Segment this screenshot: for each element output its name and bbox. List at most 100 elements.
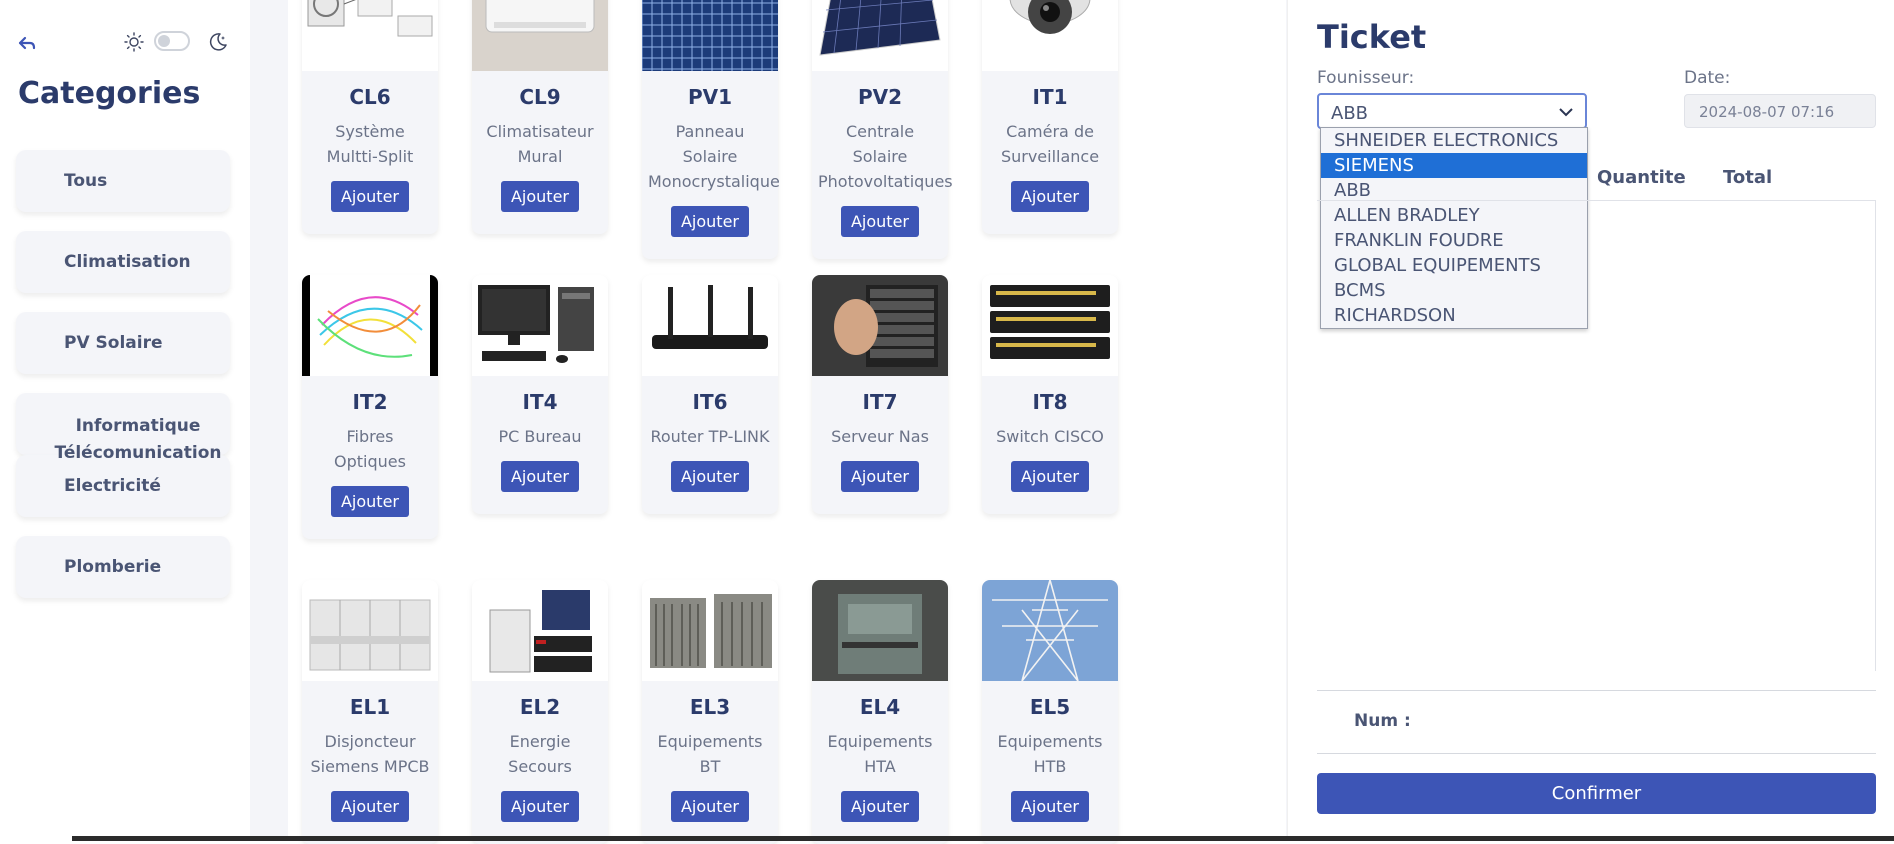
product-name: Router TP-LINK bbox=[650, 427, 770, 446]
table-scroll-edge bbox=[1875, 201, 1876, 671]
add-to-ticket-button[interactable]: Ajouter bbox=[500, 461, 579, 492]
table-header-divider bbox=[1317, 200, 1876, 201]
product-name: Centrale Solaire Photovoltatiques bbox=[818, 122, 953, 191]
product-card-el4: EL4 Equipements HTA Ajouter bbox=[812, 580, 948, 844]
product-name: Energie Secours bbox=[508, 732, 572, 776]
product-image bbox=[982, 0, 1118, 71]
column-header-quantite: Quantite bbox=[1597, 167, 1686, 188]
product-code: EL2 bbox=[519, 695, 561, 719]
category-item-informatique[interactable]: Informatique Télécomunication bbox=[16, 393, 230, 463]
product-name: Caméra de Surveillance bbox=[1000, 122, 1100, 166]
supplier-select-value: ABB bbox=[1331, 103, 1369, 124]
add-to-ticket-button[interactable]: Ajouter bbox=[840, 791, 919, 822]
add-to-ticket-button[interactable]: Ajouter bbox=[330, 791, 409, 822]
product-card-pv2: PV2 Centrale Solaire Photovoltatiques Ajou… bbox=[812, 0, 953, 259]
confirm-button[interactable]: Confirmer bbox=[1317, 773, 1876, 814]
sun-icon bbox=[124, 32, 144, 52]
product-card-cl9: CL9 Climatisateur Mural Ajouter bbox=[472, 0, 608, 234]
product-image bbox=[982, 580, 1118, 681]
product-code: EL4 bbox=[859, 695, 901, 719]
date-field[interactable]: 2024-08-07 07:16 bbox=[1684, 94, 1876, 128]
supplier-option[interactable]: GLOBAL EQUIPEMENTS bbox=[1321, 253, 1587, 278]
add-to-ticket-button[interactable]: Ajouter bbox=[840, 206, 919, 237]
add-to-ticket-button[interactable]: Ajouter bbox=[670, 461, 749, 492]
product-name: Serveur Nas bbox=[831, 427, 929, 446]
product-image bbox=[642, 275, 778, 376]
product-card-el1: EL1 Disjoncteur Siemens MPCB Ajouter bbox=[302, 580, 438, 844]
product-card-it8: IT8 Switch CISCO Ajouter bbox=[982, 275, 1118, 514]
add-to-ticket-button[interactable]: Ajouter bbox=[500, 791, 579, 822]
column-header-total: Total bbox=[1723, 167, 1773, 188]
product-image bbox=[642, 0, 778, 71]
supplier-dropdown-list: SHNEIDER ELECTRONICS SIEMENS ABB ALLEN B… bbox=[1320, 127, 1588, 329]
supplier-label: Founisseur: bbox=[1317, 68, 1415, 88]
product-code: IT8 bbox=[1032, 390, 1068, 414]
product-image bbox=[642, 580, 778, 681]
product-card-it4: IT4 PC Bureau Ajouter bbox=[472, 275, 608, 514]
products-panel: CL6 Système Multti-Split Ajouter CL9 Climati… bbox=[288, 0, 1286, 844]
product-image bbox=[302, 580, 438, 681]
supplier-option[interactable]: RICHARDSON bbox=[1321, 303, 1587, 328]
add-to-ticket-button[interactable]: Ajouter bbox=[670, 206, 749, 237]
add-to-ticket-button[interactable]: Ajouter bbox=[1010, 461, 1089, 492]
supplier-option-highlighted[interactable]: SIEMENS bbox=[1321, 153, 1587, 178]
product-code: IT1 bbox=[1032, 85, 1068, 109]
product-name: Système Multti-Split bbox=[326, 122, 414, 166]
categories-title: Categories bbox=[18, 76, 201, 111]
add-to-ticket-button[interactable]: Ajouter bbox=[500, 181, 579, 212]
product-code: EL1 bbox=[349, 695, 391, 719]
product-code: CL9 bbox=[519, 85, 561, 109]
ticket-title: Ticket bbox=[1317, 18, 1427, 56]
divider bbox=[1317, 690, 1876, 691]
add-to-ticket-button[interactable]: Ajouter bbox=[840, 461, 919, 492]
chevron-down-icon bbox=[1559, 108, 1573, 117]
product-image bbox=[472, 0, 608, 71]
product-card-it2: IT2 Fibres Optiques Ajouter bbox=[302, 275, 438, 539]
product-card-it1: IT1 Caméra de Surveillance Ajouter bbox=[982, 0, 1118, 234]
product-image bbox=[302, 275, 438, 376]
sidebar: Categories Tous Climatisation PV Solaire… bbox=[0, 0, 250, 841]
product-code: CL6 bbox=[349, 85, 391, 109]
product-name: Panneau Solaire Monocrystalique bbox=[648, 122, 780, 191]
theme-toggle[interactable] bbox=[154, 31, 190, 51]
product-image bbox=[982, 275, 1118, 376]
product-code: EL3 bbox=[689, 695, 731, 719]
supplier-option[interactable]: SHNEIDER ELECTRONICS bbox=[1321, 128, 1587, 153]
date-label: Date: bbox=[1684, 68, 1731, 88]
product-name: Equipements BT bbox=[657, 732, 763, 776]
add-to-ticket-button[interactable]: Ajouter bbox=[330, 486, 409, 517]
add-to-ticket-button[interactable]: Ajouter bbox=[670, 791, 749, 822]
product-card-cl6: CL6 Système Multti-Split Ajouter bbox=[302, 0, 438, 234]
window-bottom-edge bbox=[72, 836, 1894, 841]
supplier-option[interactable]: BCMS bbox=[1321, 278, 1587, 303]
product-image bbox=[812, 275, 948, 376]
category-item-plomberie[interactable]: Plomberie bbox=[16, 536, 230, 598]
product-name: Disjoncteur Siemens MPCB bbox=[310, 732, 430, 776]
supplier-option[interactable]: ALLEN BRADLEY bbox=[1321, 203, 1587, 228]
category-item-climatisation[interactable]: Climatisation bbox=[16, 231, 230, 293]
product-code: EL5 bbox=[1029, 695, 1071, 719]
product-image bbox=[472, 275, 608, 376]
product-card-pv1: PV1 Panneau Solaire Monocrystalique Ajoute… bbox=[642, 0, 780, 259]
product-card-el5: EL5 Equipements HTB Ajouter bbox=[982, 580, 1118, 844]
product-card-it6: IT6 Router TP-LINK Ajouter bbox=[642, 275, 778, 514]
add-to-ticket-button[interactable]: Ajouter bbox=[1010, 181, 1089, 212]
back-arrow-icon[interactable] bbox=[18, 34, 36, 52]
product-code: PV1 bbox=[687, 85, 733, 109]
category-item-tous[interactable]: Tous bbox=[16, 150, 230, 212]
product-code: IT6 bbox=[692, 390, 728, 414]
product-code: PV2 bbox=[857, 85, 903, 109]
product-code: IT4 bbox=[522, 390, 558, 414]
product-image bbox=[812, 0, 948, 71]
category-item-pv-solaire[interactable]: PV Solaire bbox=[16, 312, 230, 374]
supplier-option[interactable]: FRANKLIN FOUDRE bbox=[1321, 228, 1587, 253]
add-to-ticket-button[interactable]: Ajouter bbox=[1010, 791, 1089, 822]
product-image bbox=[472, 580, 608, 681]
product-name: Fibres Optiques bbox=[334, 427, 406, 471]
toggle-knob bbox=[158, 35, 170, 47]
product-name: PC Bureau bbox=[498, 427, 582, 446]
product-name: Equipements HTA bbox=[827, 732, 933, 776]
supplier-select[interactable]: ABB bbox=[1317, 93, 1587, 129]
add-to-ticket-button[interactable]: Ajouter bbox=[330, 181, 409, 212]
product-name: Climatisateur Mural bbox=[486, 122, 594, 166]
